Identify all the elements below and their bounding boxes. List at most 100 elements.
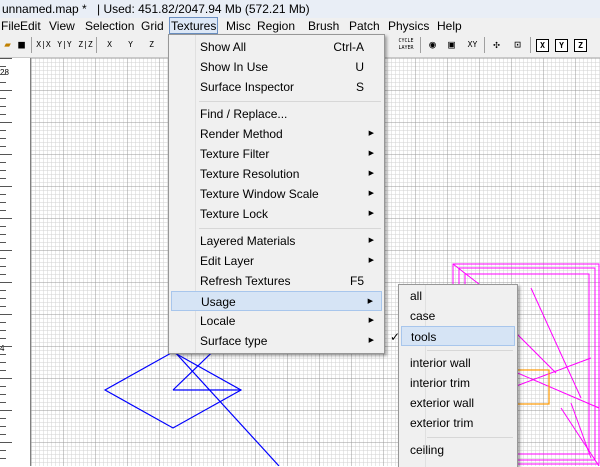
menu-edit[interactable]: Edit [19, 18, 42, 34]
submenu-arrow-icon: ▶ [368, 317, 374, 324]
menu-item-texture-lock[interactable]: Texture Lock ▶ [171, 204, 382, 224]
memory-status: | Used: 451.82/2047.94 Mb (572.21 Mb) [97, 2, 310, 16]
usage-item-ceiling[interactable]: ceiling [401, 440, 515, 460]
toolbar-separator [530, 37, 531, 53]
menu-item-texture-resolution[interactable]: Texture Resolution ▶ [171, 164, 382, 184]
menu-separator [427, 437, 513, 438]
menu-textures[interactable]: Textures [169, 17, 219, 34]
ruler-tick [0, 66, 6, 67]
menu-item-label: case [410, 309, 436, 323]
menu-item-edit-layer[interactable]: Edit Layer ▶ [171, 251, 382, 271]
ruler-tick [0, 426, 6, 427]
menu-item-label: Surface type [200, 334, 268, 348]
ruler-tick [0, 370, 6, 371]
ruler-tick [0, 122, 12, 123]
menu-item-label: all [410, 289, 423, 303]
rotate-z-icon[interactable]: Z [144, 38, 159, 52]
menu-bar: File Edit View Selection Grid Textures M… [0, 17, 600, 34]
menu-item-render-method[interactable]: Render Method ▶ [171, 124, 382, 144]
menu-item-show-in-use[interactable]: Show In Use U [171, 57, 382, 77]
ruler-tick [0, 346, 12, 347]
toolbar-separator [420, 37, 421, 53]
open-icon[interactable]: ▰ [0, 38, 15, 52]
menu-selection[interactable]: Selection [84, 18, 135, 34]
flip-y-icon[interactable]: Y|Y [57, 38, 72, 52]
ruler-tick [0, 194, 6, 195]
menu-item-label: Show In Use [200, 60, 269, 74]
menu-item-label: Texture Lock [200, 207, 269, 221]
z-axis-icon[interactable]: Z [574, 39, 587, 52]
texture-window-icon[interactable]: ▣ [444, 38, 459, 52]
usage-item-all[interactable]: all [401, 286, 515, 306]
menu-item-find-replace[interactable]: Find / Replace... [171, 104, 382, 124]
usage-item-exterior-wall[interactable]: exterior wall [401, 393, 515, 413]
menu-item-surface-type[interactable]: Surface type ▶ [171, 331, 382, 351]
ruler-tick [0, 186, 12, 187]
ruler-tick [0, 58, 12, 59]
usage-item-interior-trim[interactable]: interior trim [401, 373, 515, 393]
textures-menu: Show All Ctrl-A Show In Use U Surface In… [168, 34, 385, 354]
usage-item-exterior-trim[interactable]: exterior trim [401, 413, 515, 433]
menu-brush[interactable]: Brush [307, 18, 340, 34]
x-axis-icon[interactable]: X [536, 39, 549, 52]
submenu-arrow-icon: ▶ [368, 170, 374, 177]
y-axis-icon[interactable]: Y [555, 39, 568, 52]
ruler-tick [0, 362, 6, 363]
entity-icon[interactable]: ⊡ [510, 38, 525, 52]
ruler-tick [0, 378, 12, 379]
menu-grid[interactable]: Grid [140, 18, 165, 34]
checkmark-icon: ✓ [390, 330, 401, 344]
usage-item-interior-wall[interactable]: interior wall [401, 353, 515, 373]
menu-item-label: Usage [201, 295, 236, 309]
usage-item-case[interactable]: case [401, 306, 515, 326]
menu-region[interactable]: Region [256, 18, 296, 34]
submenu-arrow-icon: ▶ [368, 130, 374, 137]
patch-icon[interactable]: ✣ [489, 38, 504, 52]
submenu-arrow-icon: ▶ [368, 237, 374, 244]
ruler-tick [0, 162, 6, 163]
menu-misc[interactable]: Misc [225, 18, 252, 34]
ruler-tick [0, 418, 6, 419]
menu-item-refresh-textures[interactable]: Refresh Textures F5 [171, 271, 382, 291]
flip-x-icon[interactable]: X|X [36, 38, 51, 52]
ruler-tick [0, 410, 12, 411]
menu-item-layered-materials[interactable]: Layered Materials ▶ [171, 231, 382, 251]
menu-item-texture-window-scale[interactable]: Texture Window Scale ▶ [171, 184, 382, 204]
menu-view[interactable]: View [48, 18, 76, 34]
toolbar-separator [96, 37, 97, 53]
menu-item-label: interior trim [410, 376, 471, 390]
menu-item-show-all[interactable]: Show All Ctrl-A [171, 37, 382, 57]
z-ruler-pane[interactable]: 28 4 [0, 58, 31, 466]
menu-item-locale[interactable]: Locale ▶ [171, 311, 382, 331]
menu-item-label: exterior wall [410, 396, 475, 410]
camera-icon[interactable]: ◉ [425, 38, 440, 52]
menu-item-texture-filter[interactable]: Texture Filter ▶ [171, 144, 382, 164]
menu-item-label: Surface Inspector [200, 80, 295, 94]
menu-help[interactable]: Help [436, 18, 463, 34]
menu-item-surface-inspector[interactable]: Surface Inspector S [171, 77, 382, 97]
menu-item-label: interior wall [410, 356, 471, 370]
menu-item-shortcut: S [355, 80, 364, 94]
rotate-x-icon[interactable]: X [102, 38, 117, 52]
save-icon[interactable]: ■ [14, 38, 29, 52]
xy-view-icon[interactable]: XY [465, 38, 480, 52]
usage-item-tools[interactable]: ✓ tools [390, 326, 515, 346]
rotate-y-icon[interactable]: Y [123, 38, 138, 52]
menu-item-usage[interactable]: Usage ▶ [171, 291, 382, 311]
title-bar: unnamed.map * | Used: 451.82/2047.94 Mb … [0, 0, 600, 18]
ruler-tick [0, 202, 6, 203]
ruler-tick [0, 306, 6, 307]
ruler-tick [0, 130, 6, 131]
ruler-tick [0, 74, 6, 75]
ruler-tick [0, 298, 6, 299]
ruler-tick [0, 290, 6, 291]
menu-physics[interactable]: Physics [387, 18, 430, 34]
usage-submenu: all case ✓ tools interior wall interior … [390, 284, 518, 467]
menu-item-label: Texture Window Scale [200, 187, 319, 201]
menu-separator [199, 101, 381, 102]
menu-item-label: Render Method [200, 127, 283, 141]
ruler-tick [0, 434, 6, 435]
flip-z-icon[interactable]: Z|Z [78, 38, 93, 52]
cycle-layer-icon[interactable]: CYCLE LAYER [395, 38, 417, 52]
menu-patch[interactable]: Patch [348, 18, 381, 34]
